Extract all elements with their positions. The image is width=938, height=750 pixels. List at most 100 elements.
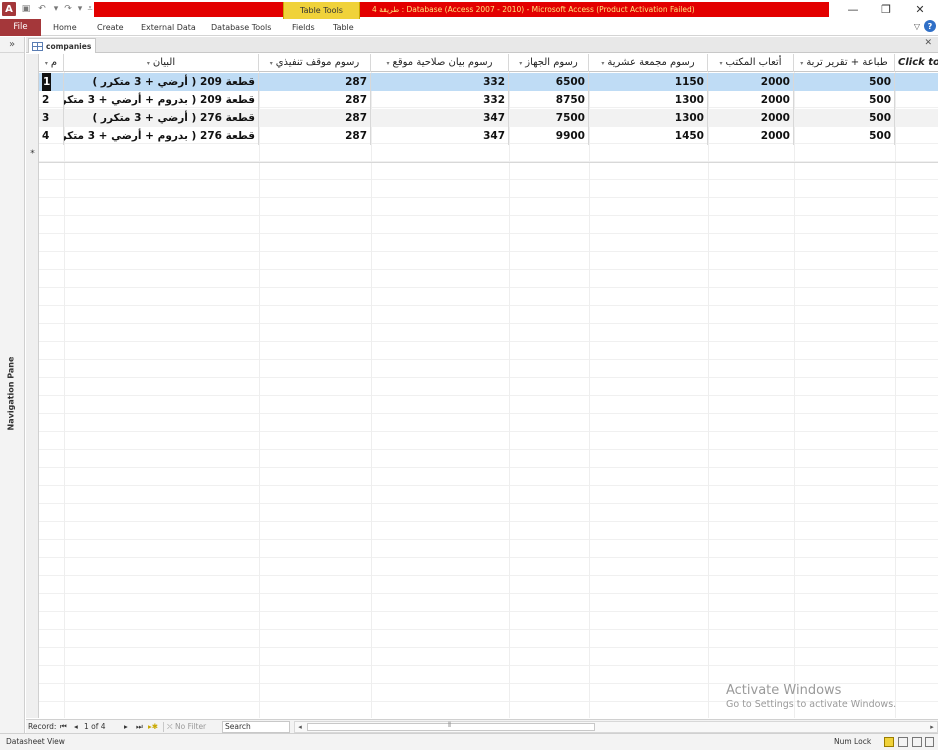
redo-icon[interactable]: ↷: [62, 3, 74, 15]
sort-dropdown-icon[interactable]: ▾: [147, 60, 150, 67]
next-record-button[interactable]: ▸: [124, 720, 128, 734]
table-row[interactable]: 2 قطعة 209 ( بدروم + أرضي + 3 متكرر ) 28…: [39, 91, 938, 109]
navigation-pane-label[interactable]: Navigation Pane: [3, 357, 21, 437]
pivot-table-view-icon[interactable]: [898, 737, 908, 747]
sort-dropdown-icon[interactable]: ▾: [719, 60, 722, 67]
scrollbar-thumb[interactable]: ⦀: [307, 721, 595, 731]
cell-c6[interactable]: 500: [794, 127, 895, 145]
restore-button[interactable]: ❐: [872, 2, 900, 17]
record-selector[interactable]: [26, 109, 39, 127]
cell-c4[interactable]: 1300: [589, 109, 708, 127]
cell-c3[interactable]: 7500: [509, 109, 589, 127]
scroll-right-arrow-icon[interactable]: ▸: [927, 722, 937, 732]
column-header-desc[interactable]: ▾ البيان: [64, 54, 259, 72]
filter-indicator[interactable]: ⛌ No Filter: [167, 720, 206, 734]
cell-id[interactable]: 4: [39, 127, 64, 145]
datasheet-view-icon[interactable]: [884, 737, 894, 747]
cell-id[interactable]: 2: [39, 91, 64, 109]
sort-dropdown-icon[interactable]: ▾: [601, 60, 604, 67]
table-row[interactable]: 4 قطعة 276 ( بدروم + أرضي + 3 متكرر ) 28…: [39, 127, 938, 145]
cell-c1[interactable]: 287: [259, 109, 371, 127]
document-tab-companies[interactable]: companies: [28, 38, 96, 53]
tab-file[interactable]: File: [0, 19, 41, 36]
cell-c6[interactable]: 500: [794, 109, 895, 127]
cell-c3[interactable]: 9900: [509, 127, 589, 145]
cell-desc[interactable]: قطعة 276 ( بدروم + أرضي + 3 متكرر ): [64, 127, 259, 145]
tab-external-data[interactable]: External Data: [141, 19, 196, 36]
sort-dropdown-icon[interactable]: ▾: [270, 60, 273, 67]
tab-fields[interactable]: Fields: [292, 19, 315, 36]
cell-desc[interactable]: قطعة 209 ( بدروم + أرضي + 3 متكرر ): [64, 91, 259, 109]
column-header-c4[interactable]: ▾ رسوم مجمعة عشرية: [589, 54, 708, 72]
select-all-corner[interactable]: [26, 54, 39, 72]
cell-c6[interactable]: 500: [794, 73, 895, 91]
pivot-chart-view-icon[interactable]: [912, 737, 922, 747]
tab-home[interactable]: Home: [53, 19, 77, 36]
save-icon[interactable]: ▣: [20, 3, 32, 15]
undo-dropdown-icon[interactable]: ▾: [50, 3, 62, 15]
tab-create[interactable]: Create: [97, 19, 124, 36]
new-record-row[interactable]: [39, 145, 938, 163]
record-selector[interactable]: [26, 91, 39, 109]
help-icon[interactable]: ?: [924, 20, 936, 32]
cell-c1[interactable]: 287: [259, 73, 371, 91]
cell-c6[interactable]: 500: [794, 91, 895, 109]
cell-c5[interactable]: 2000: [708, 127, 794, 145]
cell-c5[interactable]: 2000: [708, 91, 794, 109]
table-row[interactable]: 1 قطعة 209 ( أرضي + 3 متكرر ) 287 332 65…: [39, 73, 938, 91]
navigation-pane[interactable]: » Navigation Pane: [0, 37, 25, 733]
design-view-icon[interactable]: [925, 737, 934, 747]
current-record-field[interactable]: 1 of 4: [84, 720, 106, 734]
cell-c3[interactable]: 6500: [509, 73, 589, 91]
column-header-c6[interactable]: ▾ طباعة + تقرير تربة: [794, 54, 895, 72]
access-logo-icon[interactable]: A: [2, 2, 16, 16]
window-title-text: طريقة 4 : Database (Access 2007 - 2010) …: [372, 5, 695, 14]
cell-c2[interactable]: 332: [371, 91, 509, 109]
previous-record-button[interactable]: ◂: [74, 720, 78, 734]
cell-desc[interactable]: قطعة 209 ( أرضي + 3 متكرر ): [64, 73, 259, 91]
table-row[interactable]: 3 قطعة 276 ( أرضي + 3 متكرر ) 287 347 75…: [39, 109, 938, 127]
cell-c2[interactable]: 347: [371, 109, 509, 127]
tab-database-tools[interactable]: Database Tools: [211, 19, 271, 36]
activation-watermark: Activate Windows Go to Settings to activ…: [726, 683, 896, 712]
column-header-c3[interactable]: ▾ رسوم الجهاز: [509, 54, 589, 72]
sort-dropdown-icon[interactable]: ▾: [387, 60, 390, 67]
close-document-icon[interactable]: ✕: [924, 38, 932, 48]
column-header-c2[interactable]: ▾ رسوم بيان صلاحية موقع: [371, 54, 509, 72]
cell-c4[interactable]: 1300: [589, 91, 708, 109]
cell-c5[interactable]: 2000: [708, 73, 794, 91]
cell-desc[interactable]: قطعة 276 ( أرضي + 3 متكرر ): [64, 109, 259, 127]
click-to-add-column[interactable]: Click to: [895, 54, 938, 72]
cell-c2[interactable]: 332: [371, 73, 509, 91]
record-selector[interactable]: [26, 127, 39, 145]
cell-c2[interactable]: 347: [371, 127, 509, 145]
cell-id[interactable]: 3: [39, 109, 64, 127]
cell-c4[interactable]: 1150: [589, 73, 708, 91]
collapse-ribbon-icon[interactable]: ▽: [914, 22, 920, 31]
record-selector[interactable]: [26, 73, 39, 91]
cell-c3[interactable]: 8750: [509, 91, 589, 109]
search-input[interactable]: Search: [222, 721, 290, 733]
column-header-c1[interactable]: ▾ رسوم موقف تنفيذي: [259, 54, 371, 72]
tab-table[interactable]: Table: [333, 19, 354, 36]
expand-nav-pane-button[interactable]: »: [0, 37, 24, 53]
first-record-button[interactable]: ⏮: [60, 720, 67, 734]
scroll-left-arrow-icon[interactable]: ◂: [295, 722, 305, 732]
cell-c5[interactable]: 2000: [708, 109, 794, 127]
cell-c1[interactable]: 287: [259, 127, 371, 145]
cell-c4[interactable]: 1450: [589, 127, 708, 145]
new-record-button[interactable]: ▸✱: [148, 720, 158, 734]
horizontal-scrollbar[interactable]: ◂ ⦀ ▸: [294, 721, 938, 733]
close-window-button[interactable]: ✕: [906, 2, 934, 17]
sort-dropdown-icon[interactable]: ▾: [800, 60, 803, 67]
new-record-selector[interactable]: *: [26, 145, 39, 163]
last-record-button[interactable]: ⏭: [136, 720, 143, 734]
column-header-id[interactable]: ▾ م: [39, 54, 64, 72]
minimize-button[interactable]: —: [839, 2, 867, 17]
sort-dropdown-icon[interactable]: ▾: [45, 60, 48, 67]
sort-dropdown-icon[interactable]: ▾: [519, 60, 522, 67]
undo-icon[interactable]: ↶: [36, 3, 48, 15]
cell-id[interactable]: 1: [39, 73, 64, 91]
column-header-c5[interactable]: ▾ أتعاب المكتب: [708, 54, 794, 72]
cell-c1[interactable]: 287: [259, 91, 371, 109]
